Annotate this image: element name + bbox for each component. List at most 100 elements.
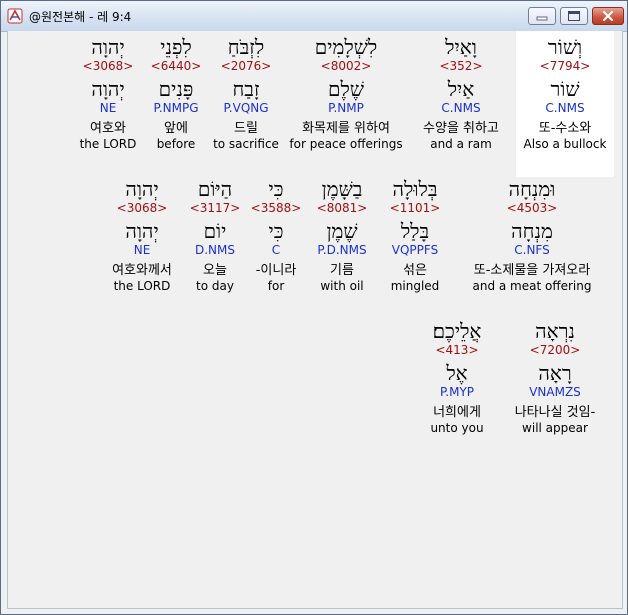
hebrew-word: אֲלֵיכֶם׃	[432, 319, 482, 343]
parsing-code: VNAMZS	[529, 385, 581, 399]
english-gloss: the LORD	[113, 279, 171, 293]
word-block[interactable]: אֲלֵיכֶם׃ <413> אֶל P.MYP 너희에게 unto you	[414, 319, 500, 436]
english-gloss: will appear	[522, 421, 588, 435]
korean-gloss: 여호와께서	[112, 263, 172, 278]
hebrew-word: וָאַיִל	[445, 35, 477, 59]
strong-number[interactable]: <6440>	[146, 59, 206, 73]
korean-gloss: 화목제를 위하여	[302, 121, 390, 136]
strong-number[interactable]: <3068>	[74, 59, 142, 73]
lemma-word: רָאָה	[538, 361, 572, 385]
english-gloss: to sacrifice	[213, 137, 279, 151]
word-block[interactable]: כִּי <3588> כִּי C -이니라 for	[246, 177, 306, 294]
korean-gloss: 오늘	[203, 263, 227, 278]
minimize-button[interactable]	[528, 7, 556, 25]
korean-gloss: 너희에게	[433, 405, 481, 420]
parsing-code: C	[271, 243, 281, 257]
strong-number[interactable]: <413>	[414, 343, 500, 357]
korean-gloss: 또-수소와	[538, 121, 592, 136]
strong-number[interactable]: <4503>	[458, 201, 606, 215]
english-gloss: to day	[196, 279, 234, 293]
lemma-word: מִנְחָה	[511, 219, 553, 243]
korean-gloss: 나타나실 것임-	[514, 405, 596, 420]
parsing-code: P.NMP	[328, 101, 364, 115]
word-block[interactable]: נִרְאָה <7200> רָאָה VNAMZS 나타나실 것임- wil…	[502, 319, 608, 436]
parsing-code: C.NMS	[441, 101, 481, 115]
english-gloss: mingled	[390, 279, 440, 293]
parsing-code: NE	[133, 243, 151, 257]
lemma-word: פָּנִים	[158, 77, 194, 101]
hebrew-word: בַשָּׁמֶן	[321, 177, 363, 201]
korean-gloss: 수양을 취하고	[423, 121, 499, 136]
lemma-word: יְהוָה	[125, 219, 159, 243]
korean-gloss: 또-소제물을 가져오라	[473, 263, 591, 278]
lemma-word: אֶל	[446, 361, 468, 385]
strong-number[interactable]: <8002>	[286, 59, 406, 73]
lemma-word: אַיִל	[447, 77, 475, 101]
lemma-word: שֶׁלֶם	[328, 77, 364, 101]
parsing-code: NE	[99, 101, 117, 115]
hebrew-word: כִּי	[268, 177, 284, 201]
parsing-code: C.NFS	[514, 243, 550, 257]
lemma-word: זָבַח	[232, 77, 260, 101]
korean-gloss: 여호와	[90, 121, 126, 136]
word-block[interactable]: בְּלוּלָה <1101> בָּלַל VQPPFS 섞은 mingle…	[378, 177, 452, 294]
word-block[interactable]: לִזְבֹּחַ <2076> זָבַח P.VQNG 드릴 to sacr…	[210, 35, 282, 152]
parsing-code: C.NMS	[545, 101, 585, 115]
maximize-button[interactable]	[560, 7, 588, 25]
english-gloss: unto you	[430, 421, 484, 435]
strong-number[interactable]: <352>	[408, 59, 514, 73]
word-block[interactable]: הַיּוֹם <3117> יוֹם D.NMS 오늘 to day	[184, 177, 246, 294]
word-block[interactable]: וּמִנְחָה <4503> מִנְחָה C.NFS 또-소제물을 가져…	[458, 177, 606, 294]
english-gloss: the LORD	[79, 137, 137, 151]
word-block[interactable]: בַשָּׁמֶן <8081> שֶׁמֶן P.D.NMS 기름 with …	[308, 177, 376, 294]
strong-number[interactable]: <7794>	[516, 59, 614, 73]
hebrew-word: בְּלוּלָה	[392, 177, 438, 201]
hebrew-word: וּמִנְחָה	[508, 177, 556, 201]
hebrew-word: יְהוָה	[125, 177, 159, 201]
hebrew-word: לִפְנֵי	[160, 35, 192, 59]
lemma-word: כִּי	[268, 219, 284, 243]
word-block[interactable]: לִפְנֵי <6440> פָּנִים P.NMPG 앞에 before	[146, 35, 206, 152]
word-block[interactable]: יְהוָה <3068> יְהוָה NE 여호와 the LORD	[74, 35, 142, 152]
app-icon	[7, 8, 23, 24]
app-window: @원전본해 - 레 9:4 וְשׁוֹר <7794> שׁוֹר C.NMS…	[0, 0, 628, 615]
strong-number[interactable]: <3117>	[184, 201, 246, 215]
strong-number[interactable]: <7200>	[502, 343, 608, 357]
english-gloss: before	[156, 137, 196, 151]
hebrew-word: לִזְבֹּחַ	[227, 35, 265, 59]
lemma-word: שֶׁמֶן	[326, 219, 358, 243]
word-block[interactable]: יְהוָה <3068> יְהוָה NE 여호와께서 the LORD	[100, 177, 184, 294]
strong-number[interactable]: <8081>	[308, 201, 376, 215]
parsing-code: VQPPFS	[391, 243, 439, 257]
korean-gloss: 앞에	[164, 121, 188, 136]
verse-panel[interactable]: וְשׁוֹר <7794> שׁוֹר C.NMS 또-수소와 Also a …	[7, 31, 623, 609]
hebrew-word: הַיּוֹם	[197, 177, 233, 201]
english-gloss: for peace offerings	[289, 137, 403, 151]
word-block[interactable]: וְשׁוֹר <7794> שׁוֹר C.NMS 또-수소와 Also a …	[516, 31, 614, 177]
parsing-code: P.VQNG	[223, 101, 269, 115]
english-gloss: and a ram	[430, 137, 492, 151]
window-title: @원전본해 - 레 9:4	[29, 10, 132, 24]
maximize-icon	[568, 11, 580, 21]
parsing-code: P.D.NMS	[317, 243, 367, 257]
word-block[interactable]: וָאַיִל <352> אַיִל C.NMS 수양을 취하고 and a …	[408, 35, 514, 152]
lemma-word: שׁוֹר	[550, 77, 580, 101]
hebrew-word: וְשׁוֹר	[547, 35, 583, 59]
english-gloss: and a meat offering	[472, 279, 592, 293]
lemma-word: יְהוָה	[91, 77, 125, 101]
english-gloss: for	[267, 279, 285, 293]
hebrew-word: יְהוָה	[91, 35, 125, 59]
close-icon	[602, 10, 614, 22]
english-gloss: Also a bullock	[523, 137, 607, 151]
title-bar[interactable]: @원전본해 - 레 9:4	[1, 1, 627, 32]
parsing-code: D.NMS	[194, 243, 235, 257]
korean-gloss: 드릴	[234, 121, 258, 136]
strong-number[interactable]: <1101>	[378, 201, 452, 215]
parsing-code: P.NMPG	[153, 101, 199, 115]
close-button[interactable]	[592, 7, 624, 25]
word-block[interactable]: לִשְׁלָמִים <8002> שֶׁלֶם P.NMP 화목제를 위하여…	[286, 35, 406, 152]
strong-number[interactable]: <2076>	[210, 59, 282, 73]
strong-number[interactable]: <3588>	[246, 201, 306, 215]
hebrew-word: לִשְׁלָמִים	[314, 35, 378, 59]
strong-number[interactable]: <3068>	[100, 201, 184, 215]
